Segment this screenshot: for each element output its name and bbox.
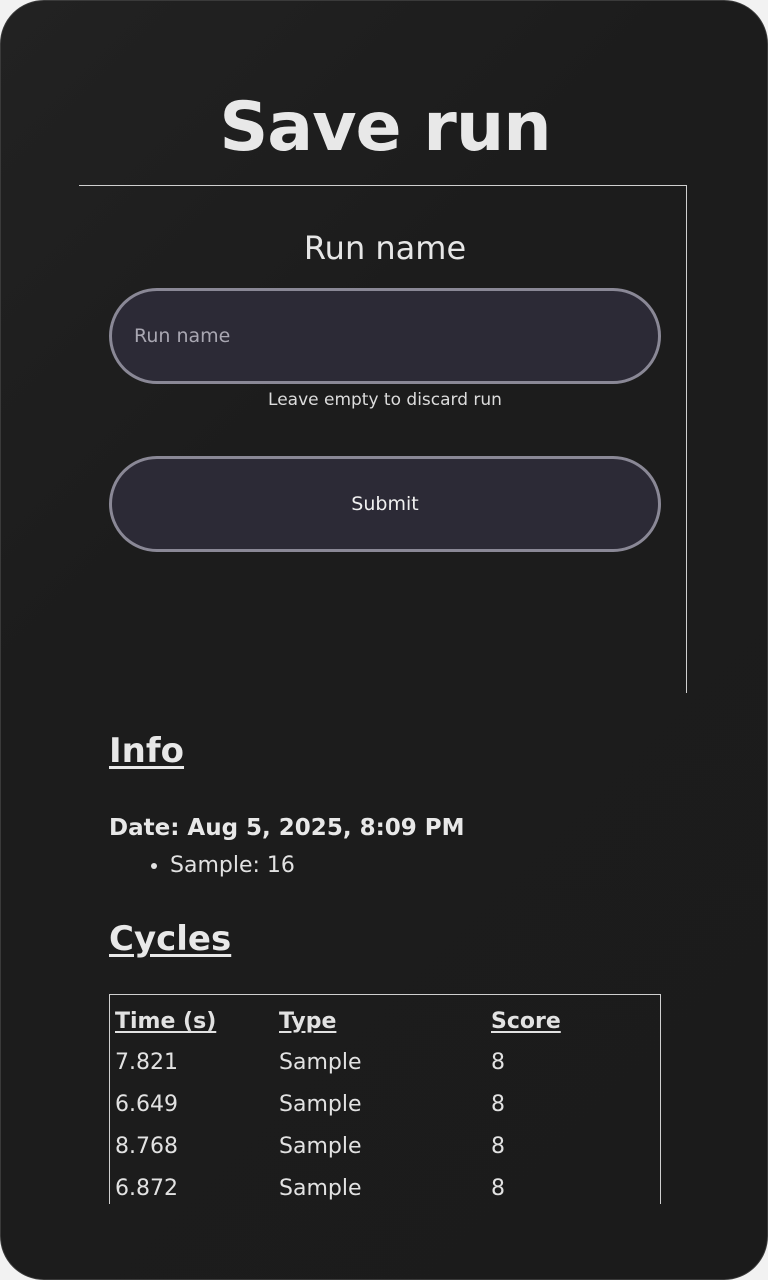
cell-time: 6.649 bbox=[115, 1091, 178, 1117]
table-header-row: Time (s) Type Score bbox=[110, 995, 660, 1041]
cell-type: Sample bbox=[279, 1133, 362, 1159]
page-title: Save run bbox=[219, 88, 551, 167]
cell-score: 8 bbox=[491, 1091, 505, 1117]
info-list: Sample: 16 bbox=[109, 849, 295, 883]
cell-time: 6.872 bbox=[115, 1175, 178, 1201]
cell-score: 8 bbox=[491, 1049, 505, 1075]
cycles-heading: Cycles bbox=[109, 919, 232, 959]
cell-type: Sample bbox=[279, 1175, 362, 1201]
table-row: 6.649 Sample 8 bbox=[110, 1083, 660, 1125]
table-row: 8.768 Sample 8 bbox=[110, 1125, 660, 1167]
run-name-hint: Leave empty to discard run bbox=[268, 390, 502, 410]
column-header-time: Time (s) bbox=[115, 1008, 217, 1034]
run-name-input[interactable] bbox=[109, 288, 661, 384]
list-item: Sample: 16 bbox=[170, 849, 295, 883]
cell-type: Sample bbox=[279, 1091, 362, 1117]
column-header-type: Type bbox=[279, 1008, 337, 1034]
app-window: Save run Run name Leave empty to discard… bbox=[0, 0, 768, 1280]
column-header-score: Score bbox=[491, 1008, 561, 1034]
cycles-table-container[interactable]: Time (s) Type Score 7.821 Sample 8 6.649… bbox=[109, 994, 661, 1204]
cycles-table: Time (s) Type Score 7.821 Sample 8 6.649… bbox=[110, 995, 660, 1204]
info-heading: Info bbox=[109, 731, 185, 771]
cell-type: Sample bbox=[279, 1049, 362, 1075]
run-name-label: Run name bbox=[303, 229, 467, 267]
save-run-form: Run name Leave empty to discard run Subm… bbox=[79, 185, 687, 693]
table-row: 7.821 Sample 8 bbox=[110, 1041, 660, 1083]
submit-button[interactable]: Submit bbox=[109, 456, 661, 552]
cell-time: 8.768 bbox=[115, 1133, 178, 1159]
table-row: 6.872 Sample 8 bbox=[110, 1167, 660, 1204]
cell-score: 8 bbox=[491, 1175, 505, 1201]
cell-time: 7.821 bbox=[115, 1049, 178, 1075]
cell-score: 8 bbox=[491, 1133, 505, 1159]
run-date: Date: Aug 5, 2025, 8:09 PM bbox=[109, 815, 465, 841]
